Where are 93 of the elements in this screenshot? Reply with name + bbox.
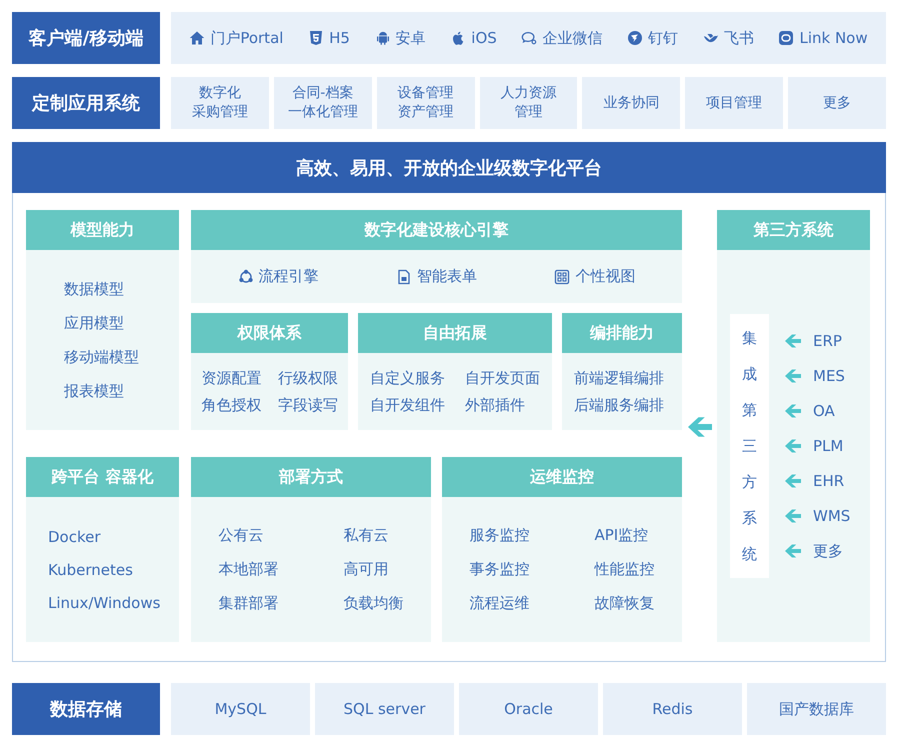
list-item: Kubernetes xyxy=(48,560,134,578)
tile-text: 管理 xyxy=(514,103,542,122)
list-item: 前端逻辑编排 xyxy=(574,368,665,388)
arrow-icon xyxy=(785,368,801,384)
list-item: 数据模型 xyxy=(64,280,125,298)
list-item: Docker xyxy=(48,528,102,546)
document-icon xyxy=(396,268,412,284)
list-item: 报表模型 xyxy=(64,382,125,400)
tile-text: 一体化管理 xyxy=(288,103,358,122)
vertical-label: 集成第三方系统 xyxy=(730,314,769,578)
tile-text: 数字化 xyxy=(198,84,241,103)
system-label: PLM xyxy=(813,436,844,456)
arrow-icon xyxy=(785,543,801,559)
list-item: 自开发页面 xyxy=(465,368,540,388)
tile-text: 采购管理 xyxy=(192,103,248,122)
storage-tile: Oracle xyxy=(459,683,598,735)
system-label: ERP xyxy=(813,330,842,352)
list-item: 负载均衡 xyxy=(344,594,404,613)
list-item: 高可用 xyxy=(344,560,390,579)
feature-label: 个性视图 xyxy=(575,267,636,286)
tile-text: 项目管理 xyxy=(706,94,762,112)
arrow-icon xyxy=(688,415,712,439)
arrow-icon xyxy=(785,473,801,489)
system-label: MES xyxy=(813,366,845,386)
system-label: EHR xyxy=(813,470,844,492)
list-item: 行级权限 xyxy=(278,368,338,388)
tile-text: 更多 xyxy=(823,94,852,112)
card-header: 运维监控 xyxy=(442,457,682,497)
tile-text: 业务协同 xyxy=(603,94,660,112)
card-header: 部署方式 xyxy=(191,457,431,497)
list-item: 服务监控 xyxy=(470,526,530,545)
home-icon xyxy=(189,30,206,46)
card-header: 数字化建设核心引擎 xyxy=(191,210,682,250)
client-item[interactable]: iOS xyxy=(450,29,497,47)
cycle-icon xyxy=(238,268,254,284)
list-item: 公有云 xyxy=(218,526,264,545)
system-label: 更多 xyxy=(813,540,843,562)
chat-icon xyxy=(521,30,538,46)
client-item[interactable]: H5 xyxy=(308,29,350,47)
list-item: 角色授权 xyxy=(201,396,262,414)
storage-tile: SQL server xyxy=(315,683,454,735)
list-item: 流程运维 xyxy=(470,594,530,613)
card-header: 权限体系 xyxy=(191,313,348,353)
platform-title: 高效、易用、开放的企业级数字化平台 xyxy=(12,142,886,193)
grid-icon xyxy=(554,268,570,284)
list-item: Linux/Windows xyxy=(48,594,162,612)
list-item: 移动端模型 xyxy=(64,348,140,366)
list-item: 本地部署 xyxy=(218,560,278,579)
tile-text: 合同-档案 xyxy=(292,84,354,103)
arrow-icon xyxy=(785,333,801,349)
arrow-icon xyxy=(785,508,801,524)
chat-square-icon xyxy=(778,30,794,46)
storage-tile: Redis xyxy=(603,683,742,735)
arrow-icon xyxy=(785,438,801,454)
feature-label: 流程引擎 xyxy=(258,267,319,286)
tile-text: 人力资源 xyxy=(500,84,556,103)
client-item[interactable]: Link Now xyxy=(778,29,868,47)
card-header: 编排能力 xyxy=(562,313,682,353)
feature-label: 智能表单 xyxy=(416,267,477,286)
list-item: 私有云 xyxy=(344,526,390,545)
client-item[interactable]: 飞书 xyxy=(702,28,754,48)
client-item[interactable]: 安卓 xyxy=(374,28,426,48)
row-label: 数据存储 xyxy=(12,683,160,735)
list-item: 集群部署 xyxy=(218,594,278,613)
list-item: 自开发组件 xyxy=(370,396,445,414)
android-icon xyxy=(374,30,391,46)
list-item: 应用模型 xyxy=(64,314,125,332)
client-item[interactable]: 企业微信 xyxy=(521,28,602,48)
list-item: API监控 xyxy=(594,526,650,545)
system-label: WMS xyxy=(813,506,850,526)
card-header: 自由拓展 xyxy=(358,313,552,353)
list-item: 字段读写 xyxy=(278,396,338,414)
shield-icon xyxy=(308,30,324,46)
storage-tile: 国产数据库 xyxy=(747,683,886,735)
storage-tile: MySQL xyxy=(171,683,310,735)
list-item: 资源配置 xyxy=(201,368,262,388)
list-item: 事务监控 xyxy=(470,560,530,579)
card-header: 第三方系统 xyxy=(717,210,870,250)
list-item: 故障恢复 xyxy=(594,594,654,613)
tile-text: 资产管理 xyxy=(398,103,454,122)
arrow-icon xyxy=(785,403,801,419)
client-item[interactable]: 钉钉 xyxy=(627,28,678,48)
client-item[interactable]: 门户Portal xyxy=(189,28,284,48)
list-item: 外部插件 xyxy=(465,396,526,414)
row-label: 客户端/移动端 xyxy=(12,12,160,64)
list-item: 自定义服务 xyxy=(370,368,445,388)
row-label: 定制应用系统 xyxy=(12,77,160,129)
card-header: 跨平台 容器化 xyxy=(26,457,179,497)
list-item: 后端服务编排 xyxy=(574,396,665,414)
system-label: OA xyxy=(813,400,835,422)
tile-text: 设备管理 xyxy=(398,84,454,103)
card-header: 模型能力 xyxy=(26,210,179,250)
list-item: 性能监控 xyxy=(594,560,654,579)
